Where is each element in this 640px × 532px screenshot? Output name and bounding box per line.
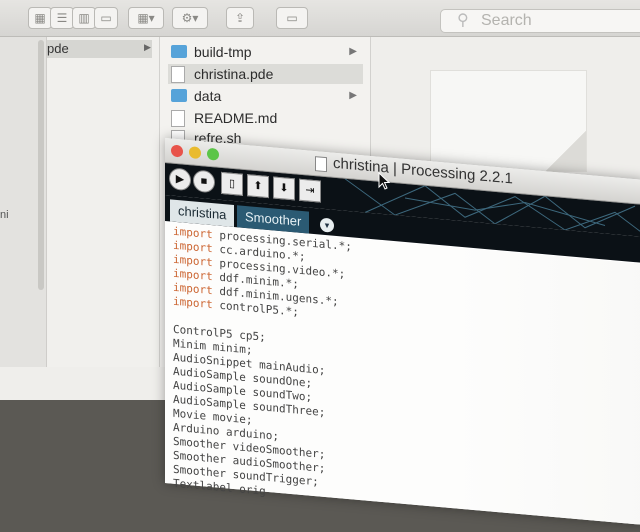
document-icon bbox=[171, 66, 185, 83]
sidebar-scrollbar[interactable] bbox=[38, 40, 44, 290]
list-item[interactable]: README.md bbox=[168, 108, 363, 128]
list-item[interactable]: christina.pde bbox=[168, 64, 363, 84]
arrange-icon[interactable]: ▦▾ bbox=[128, 7, 164, 29]
code-keyword: import bbox=[173, 294, 213, 312]
file-name: README.md bbox=[194, 110, 278, 126]
search-icon: ⚲ bbox=[457, 12, 469, 29]
column-view-icon[interactable]: ▥ bbox=[72, 7, 96, 29]
page-curl-icon bbox=[546, 131, 586, 171]
chevron-right-icon: ▶ bbox=[349, 46, 357, 57]
column-item-label: pde bbox=[47, 41, 69, 56]
processing-window: christina | Processing 2.2.1 ▶ ■ ▯ ⬆ ⬇ ⇥… bbox=[165, 138, 640, 525]
open-button[interactable]: ⬆ bbox=[247, 174, 269, 199]
list-item[interactable]: data ▶ bbox=[168, 86, 363, 106]
folder-icon bbox=[171, 45, 187, 58]
column-item-selected[interactable]: pde ▶ bbox=[47, 40, 152, 58]
file-name: build-tmp bbox=[194, 44, 252, 60]
file-name: data bbox=[194, 88, 222, 104]
new-button[interactable]: ▯ bbox=[221, 171, 243, 196]
sidebar-item-label[interactable]: ni bbox=[0, 209, 9, 221]
file-name: christina.pde bbox=[194, 66, 274, 82]
file-preview bbox=[430, 70, 587, 172]
export-button[interactable]: ⇥ bbox=[299, 178, 321, 203]
action-gear-icon[interactable]: ⚙▾ bbox=[172, 7, 208, 29]
mouse-cursor-icon bbox=[378, 171, 391, 195]
zoom-window-button[interactable] bbox=[207, 147, 219, 161]
minimize-window-button[interactable] bbox=[189, 146, 201, 160]
save-button[interactable]: ⬇ bbox=[273, 176, 295, 201]
list-item[interactable]: build-tmp ▶ bbox=[168, 42, 363, 62]
share-icon[interactable]: ⇪ bbox=[226, 7, 254, 29]
document-icon bbox=[171, 110, 185, 127]
list-view-icon[interactable]: ☰ bbox=[50, 7, 74, 29]
close-window-button[interactable] bbox=[171, 144, 183, 158]
folder-icon bbox=[171, 89, 187, 102]
tab-menu-button[interactable]: ▾ bbox=[320, 217, 334, 233]
icon-view-icon[interactable]: ▦ bbox=[28, 7, 52, 29]
chevron-right-icon: ▶ bbox=[144, 42, 151, 52]
search-placeholder: Search bbox=[481, 12, 532, 29]
finder-column-parent: pde ▶ bbox=[47, 37, 160, 367]
chevron-right-icon: ▶ bbox=[349, 90, 357, 101]
cover-flow-icon[interactable]: ▭ bbox=[94, 7, 118, 29]
search-input[interactable]: ⚲ Search bbox=[440, 9, 640, 33]
document-icon bbox=[315, 156, 327, 173]
finder-toolbar: ▦ ☰ ▥ ▭ ▦▾ ⚙▾ ⇪ ▭ ⚲ Search bbox=[0, 0, 640, 37]
tag-icon[interactable]: ▭ bbox=[276, 7, 308, 29]
code-lines: import processing.serial.*; import cc.ard… bbox=[173, 225, 352, 507]
